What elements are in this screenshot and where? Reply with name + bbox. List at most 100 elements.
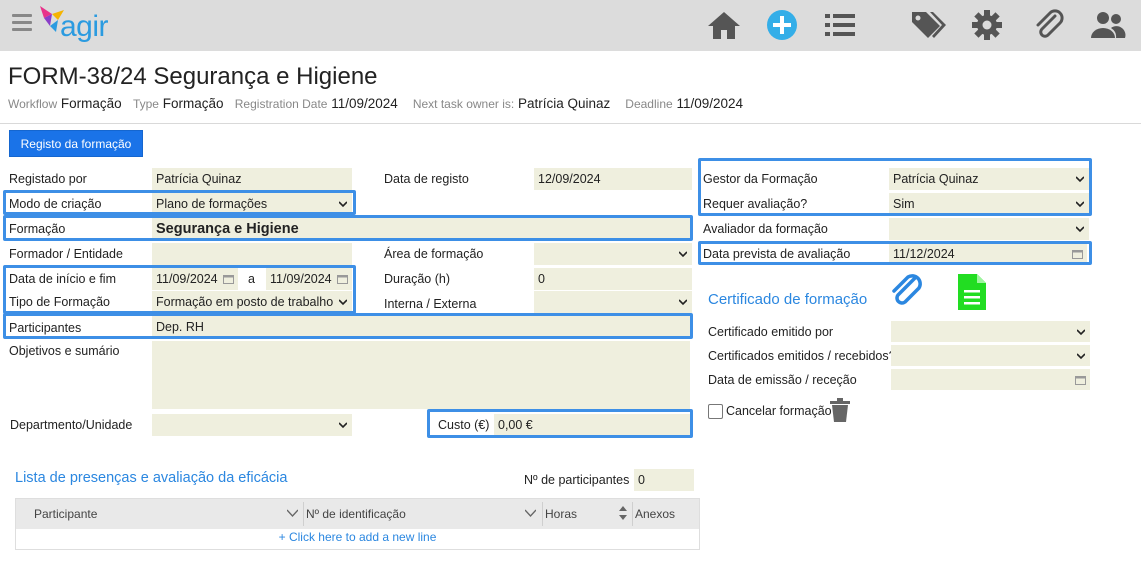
cert-recebidos-select[interactable]: [891, 345, 1090, 366]
chevron-down-icon[interactable]: [287, 509, 298, 517]
avaliador-select[interactable]: [889, 218, 1089, 240]
calendar-icon[interactable]: [223, 274, 234, 284]
data-registo-label: Data de registo: [384, 172, 469, 186]
column-divider: [542, 502, 543, 526]
deadline-label: Deadline: [625, 97, 673, 111]
modo-criacao-select[interactable]: Plano de formações: [152, 193, 352, 215]
datas-label: Data de início e fim: [9, 272, 116, 286]
departamento-label: Departmento/Unidade: [10, 418, 133, 432]
registration-date-label: Registration Date: [234, 97, 328, 111]
tipo-formacao-select[interactable]: Formação em posto de trabalho: [152, 291, 352, 313]
gestor-label: Gestor da Formação: [703, 172, 818, 186]
participantes-label: Participantes: [9, 321, 82, 335]
tipo-formacao-label: Tipo de Formação: [9, 295, 110, 309]
hamburger-menu-icon[interactable]: [12, 14, 32, 34]
data-inicio-field[interactable]: 11/09/2024: [152, 268, 238, 290]
users-icon[interactable]: [1090, 8, 1126, 42]
new-document-icon[interactable]: [957, 273, 987, 311]
chevron-down-icon: [679, 251, 687, 258]
type-label: Type: [132, 97, 159, 111]
task-owner-value: Patrícia Quinaz: [517, 96, 611, 111]
presencas-section-title: Lista de presenças e avaliação da eficác…: [15, 470, 288, 486]
departamento-select[interactable]: [152, 414, 352, 436]
duracao-label: Duração (h): [384, 272, 450, 286]
add-new-line-link[interactable]: + Click here to add a new line: [16, 530, 699, 544]
calendar-icon[interactable]: [1075, 375, 1086, 385]
workflow-label: Workflow: [8, 97, 58, 111]
cert-emitido-select[interactable]: [891, 321, 1090, 342]
grid-header: Participante Nº de identificação Horas A…: [16, 499, 699, 529]
col-anexos[interactable]: Anexos: [635, 507, 675, 521]
chevron-down-icon: [679, 299, 687, 306]
interna-externa-select[interactable]: [534, 291, 692, 313]
logo-text: agir: [60, 10, 109, 43]
custo-field[interactable]: 0,00 €: [494, 414, 690, 436]
cancelar-formacao-checkbox[interactable]: [708, 404, 723, 419]
cert-emitido-label: Certificado emitido por: [708, 325, 834, 339]
calendar-icon[interactable]: [1072, 249, 1083, 259]
num-participantes-field: 0: [634, 469, 694, 491]
duracao-field[interactable]: 0: [534, 268, 692, 290]
custo-label: Custo (€): [438, 418, 490, 432]
chevron-down-icon: [1076, 201, 1084, 208]
area-formacao-select[interactable]: [534, 243, 692, 265]
top-bar: agir: [0, 0, 1141, 51]
chevron-down-icon: [1077, 352, 1085, 359]
type-value: Formação: [162, 96, 224, 111]
tags-icon[interactable]: [910, 8, 946, 42]
home-icon[interactable]: [706, 8, 742, 42]
chevron-down-icon: [1076, 176, 1084, 183]
data-inicio-value: 11/09/2024: [156, 272, 218, 286]
participantes-field[interactable]: Dep. RH: [152, 316, 690, 338]
col-identificacao[interactable]: Nº de identificação: [306, 507, 406, 521]
date-range-separator: a: [248, 272, 255, 286]
registado-por-label: Registado por: [9, 172, 87, 186]
deadline-value: 11/09/2024: [676, 96, 744, 111]
requer-avaliacao-value: Sim: [893, 197, 915, 211]
data-fim-field[interactable]: 11/09/2024: [266, 268, 352, 290]
formacao-label: Formação: [9, 222, 66, 236]
col-horas[interactable]: Horas: [545, 507, 577, 521]
requer-avaliacao-select[interactable]: Sim: [889, 193, 1089, 215]
modo-criacao-value: Plano de formações: [156, 197, 268, 211]
data-prevista-field[interactable]: 11/12/2024: [889, 243, 1087, 265]
formador-label: Formador / Entidade: [9, 247, 123, 261]
attach-certificate-icon[interactable]: [889, 272, 925, 310]
chevron-down-icon: [1076, 226, 1084, 233]
chevron-down-icon: [339, 201, 347, 208]
column-divider: [303, 502, 304, 526]
tab-registo-formacao[interactable]: Registo da formação: [9, 130, 143, 157]
app-logo[interactable]: agir: [38, 4, 128, 48]
header-divider: [0, 123, 1141, 124]
add-icon[interactable]: [764, 8, 800, 42]
chevron-down-icon: [339, 299, 347, 306]
gestor-select[interactable]: Patrícia Quinaz: [889, 168, 1089, 190]
paperclip-icon[interactable]: [1031, 8, 1067, 42]
formador-field[interactable]: [152, 243, 352, 265]
sort-icon[interactable]: [619, 506, 627, 520]
workflow-value: Formação: [60, 96, 122, 111]
modo-criacao-label: Modo de criação: [9, 197, 102, 211]
data-fim-value: 11/09/2024: [270, 272, 332, 286]
gestor-value: Patrícia Quinaz: [893, 172, 979, 186]
formacao-field[interactable]: Segurança e Higiene: [152, 218, 690, 240]
registration-date-value: 11/09/2024: [331, 96, 398, 111]
col-participante[interactable]: Participante: [34, 507, 97, 521]
objetivos-label: Objetivos e sumário: [9, 344, 120, 358]
presencas-grid: Participante Nº de identificação Horas A…: [15, 498, 700, 550]
objetivos-textarea[interactable]: [152, 341, 690, 409]
task-owner-label: Next task owner is:: [412, 97, 515, 111]
gear-icon[interactable]: [969, 8, 1005, 42]
calendar-icon[interactable]: [337, 274, 348, 284]
cert-data-field[interactable]: [891, 369, 1090, 390]
cert-recebidos-label: Certificados emitidos / recebidos?: [708, 349, 896, 363]
interna-externa-label: Interna / Externa: [384, 297, 477, 311]
certificado-section-title: Certificado de formação: [708, 291, 868, 308]
num-participantes-label: Nº de participantes: [524, 473, 630, 487]
requer-avaliacao-label: Requer avaliação?: [703, 197, 808, 211]
tipo-formacao-value: Formação em posto de trabalho: [156, 295, 334, 309]
trash-icon[interactable]: [829, 398, 851, 422]
area-formacao-label: Área de formação: [384, 247, 484, 261]
chevron-down-icon[interactable]: [525, 509, 536, 517]
list-icon[interactable]: [822, 8, 858, 42]
